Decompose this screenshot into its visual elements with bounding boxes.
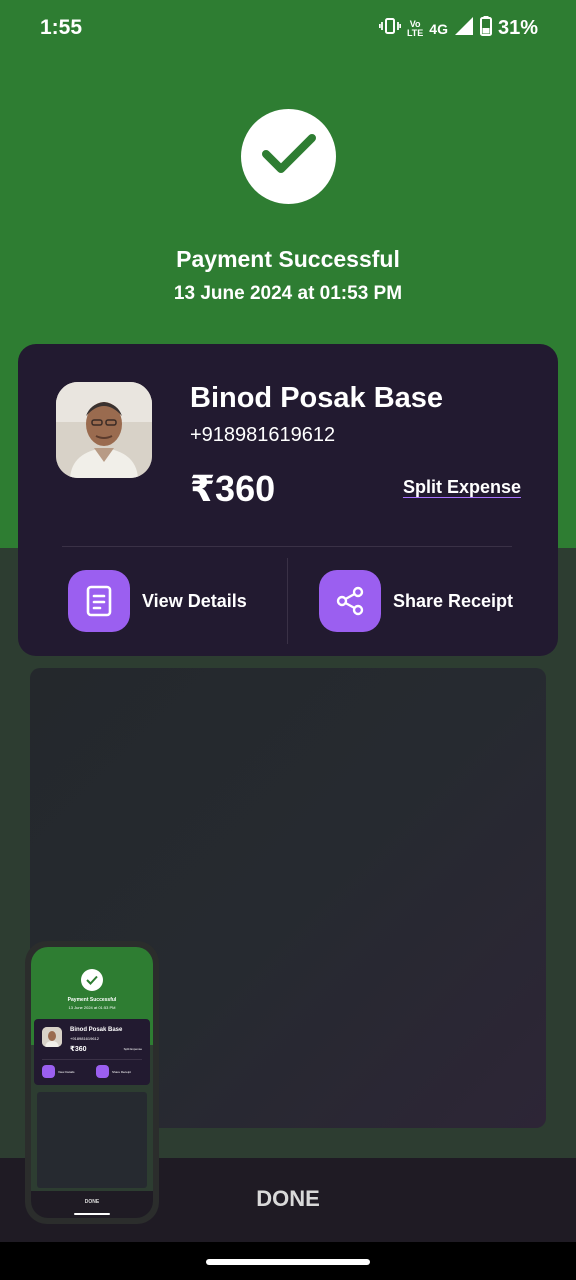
payment-datetime: 13 June 2024 at 01:53 PM bbox=[173, 283, 403, 304]
thumbnail-payee-phone: +918981619612 bbox=[70, 1036, 100, 1041]
signal-icon bbox=[454, 16, 474, 41]
thumbnail-done: DONE bbox=[84, 1199, 100, 1205]
card-divider bbox=[62, 546, 512, 547]
payee-card: Binod Posak Base +918981619612 ₹360 Spli… bbox=[18, 344, 558, 656]
thumbnail-amount: ₹360 bbox=[70, 1046, 87, 1053]
share-receipt-label: Share Receipt bbox=[393, 590, 514, 611]
thumbnail-payee-name: Binod Posak Base bbox=[70, 1027, 123, 1033]
thumbnail-view-details: View Details bbox=[42, 1065, 74, 1078]
payee-phone: +918981619612 bbox=[190, 424, 336, 446]
volte-indicator: Vo LTE bbox=[406, 19, 424, 38]
thumbnail-divider bbox=[42, 1059, 142, 1060]
card-vertical-divider bbox=[287, 558, 288, 644]
thumbnail-date: 13 June 2024 at 01:53 PM bbox=[68, 1005, 116, 1010]
share-receipt-button[interactable]: Share Receipt bbox=[319, 570, 513, 632]
screenshot-thumbnail[interactable]: Payment Successful 13 June 2024 at 01:53… bbox=[25, 941, 159, 1224]
thumbnail-title: Payment Successful bbox=[67, 997, 117, 1003]
thumbnail-panel bbox=[37, 1092, 147, 1188]
share-icon bbox=[319, 570, 381, 632]
thumbnail-card: Binod Posak Base +918981619612 ₹360 Spli… bbox=[34, 1019, 150, 1085]
payment-status-title: Payment Successful bbox=[176, 246, 400, 272]
thumbnail-share-receipt-label: Share Receipt bbox=[112, 1069, 132, 1074]
battery-percent: 31% bbox=[497, 17, 538, 39]
split-expense-link[interactable]: Split Expense bbox=[403, 477, 521, 498]
thumbnail-screen: Payment Successful 13 June 2024 at 01:53… bbox=[31, 947, 153, 1218]
thumbnail-handle bbox=[74, 1213, 110, 1215]
vibrate-icon bbox=[378, 17, 402, 40]
view-details-label: View Details bbox=[142, 590, 247, 611]
thumbnail-share-receipt: Share Receipt bbox=[96, 1065, 131, 1078]
payment-amount: ₹360 bbox=[190, 468, 276, 509]
thumbnail-avatar bbox=[42, 1027, 62, 1047]
thumbnail-check-icon bbox=[81, 969, 103, 991]
thumbnail-share-icon bbox=[96, 1065, 109, 1078]
payee-name: Binod Posak Base bbox=[190, 382, 444, 414]
status-time: 1:55 bbox=[40, 16, 83, 39]
thumbnail-receipt-icon bbox=[42, 1065, 55, 1078]
battery-icon bbox=[479, 16, 492, 41]
thumbnail-view-details-label: View Details bbox=[58, 1069, 75, 1074]
view-details-button[interactable]: View Details bbox=[68, 570, 247, 632]
check-icon bbox=[261, 132, 317, 181]
status-bar: 1:55 Vo LTE 4G 31% bbox=[0, 0, 576, 56]
network-type: 4G bbox=[429, 20, 448, 37]
avatar bbox=[56, 382, 152, 478]
receipt-icon bbox=[68, 570, 130, 632]
success-badge bbox=[241, 109, 336, 204]
status-icons: Vo LTE 4G 31% bbox=[378, 16, 538, 41]
volte-bottom: LTE bbox=[406, 27, 424, 38]
thumbnail-split-link: Split Expense bbox=[123, 1047, 142, 1051]
home-gesture-handle[interactable] bbox=[206, 1259, 370, 1265]
